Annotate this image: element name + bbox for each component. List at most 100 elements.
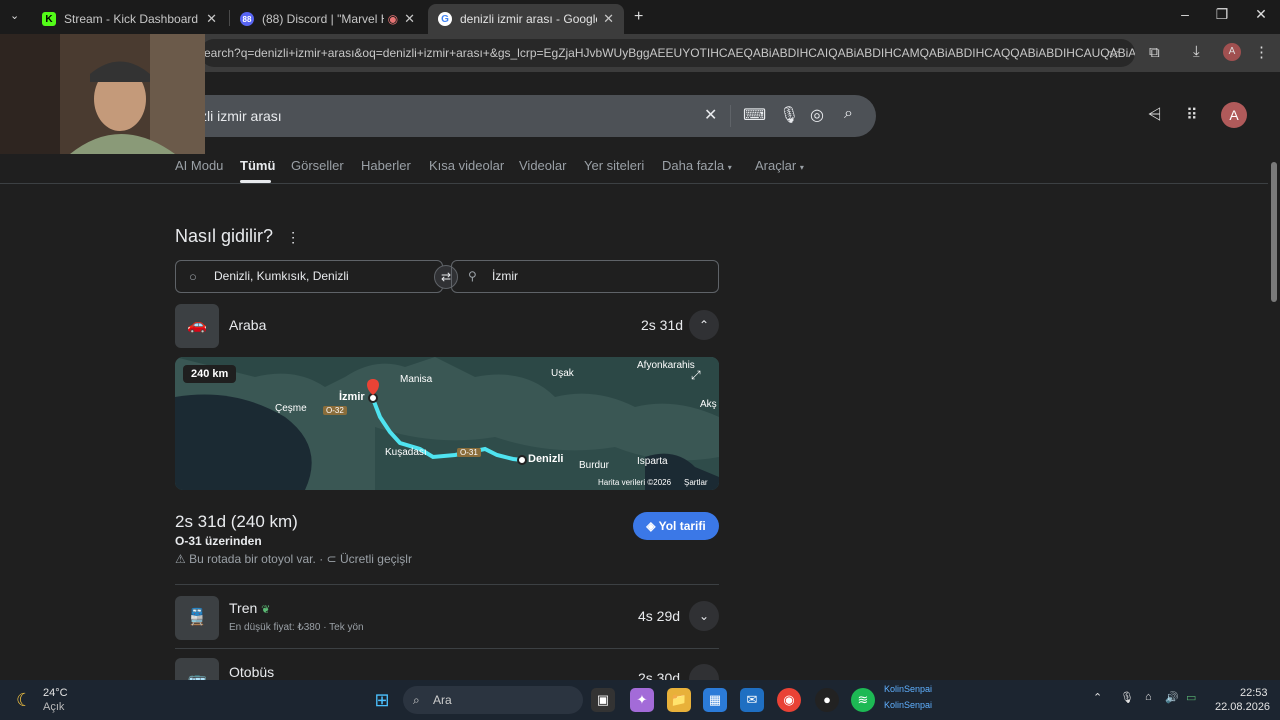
directions-button[interactable]: ◈ Yol tarifi <box>633 512 719 540</box>
new-tab-icon[interactable]: + <box>634 8 643 26</box>
file-explorer-icon[interactable]: 📁 <box>667 688 691 712</box>
tray-app-label[interactable]: KolinSenpai <box>884 684 932 694</box>
tab-google[interactable]: G denizli izmir arası - Google'da A ✕ <box>428 4 624 34</box>
page-scrollbar[interactable] <box>1268 72 1280 680</box>
outlook-icon[interactable]: ✉ <box>740 688 764 712</box>
recording-icon: ◉ <box>387 12 399 26</box>
bus-icon: 🚌 <box>175 658 219 680</box>
tab-kick[interactable]: K Stream - Kick Dashboard ✕ <box>32 4 227 34</box>
menu-dots-icon[interactable]: ⋮ <box>1254 43 1269 61</box>
microphone-icon[interactable]: 🎙 <box>779 105 799 125</box>
train-icon: 🚆 <box>175 596 219 640</box>
close-icon[interactable]: ✕ <box>206 11 217 27</box>
train-price-text: En düşük fiyat: ₺380 <box>229 622 321 633</box>
close-window-icon[interactable]: ✕ <box>1241 6 1280 23</box>
map-label-afyon: Afyonkarahis <box>637 360 695 371</box>
volume-icon[interactable]: 🔊 <box>1165 691 1179 704</box>
spotify-icon[interactable]: ≋ <box>851 688 875 712</box>
microphone-icon[interactable]: 🎙 <box>1120 691 1134 704</box>
weather-icon: ☾ <box>16 690 33 710</box>
toll-icon: ⊂ <box>326 552 337 566</box>
header-divider <box>0 183 1268 184</box>
url-field[interactable]: earch?q=denizli+izmir+arası&oq=denizli+i… <box>200 39 1135 67</box>
toll-text: Ücretli geçişlr <box>339 552 412 566</box>
extensions-icon[interactable]: ⧉ <box>1149 44 1160 61</box>
tab-more[interactable]: Daha fazla ▾ <box>662 158 732 173</box>
battery-icon[interactable]: ▭ <box>1186 691 1196 704</box>
tab-search-chevron-icon[interactable]: ⌄ <box>10 9 19 22</box>
bookmark-star-icon[interactable]: ☆ <box>1107 44 1120 62</box>
car-label: Araba <box>229 317 267 333</box>
tab-places[interactable]: Yer siteleri <box>584 158 644 173</box>
bus-label: Otobüs <box>229 664 275 680</box>
tab-tools[interactable]: Araçlar ▾ <box>755 158 804 173</box>
train-label-text: Tren <box>229 600 258 616</box>
lens-icon[interactable]: ◎ <box>810 105 824 125</box>
keyboard-icon[interactable]: ⌨ <box>743 105 766 125</box>
minimize-icon[interactable]: – <box>1165 6 1205 22</box>
distance-badge: 240 km <box>183 365 237 383</box>
apps-grid-icon[interactable]: ⠿ <box>1186 105 1198 125</box>
temperature[interactable]: 24°C <box>43 687 68 699</box>
taskbar-search[interactable]: ⌕ Ara <box>403 686 583 714</box>
close-icon[interactable]: ✕ <box>404 11 415 27</box>
google-icon: G <box>438 12 452 26</box>
tab-images[interactable]: Görseller <box>291 158 344 173</box>
chevron-up-icon[interactable]: ⌃ <box>1093 691 1102 704</box>
obs-icon[interactable]: ● <box>815 688 839 712</box>
clock-time[interactable]: 22:53 <box>1240 687 1268 699</box>
search-box[interactable]: zli izmir arası ✕ ⌨ 🎙 ◎ ⌕ <box>160 95 876 137</box>
warning-icon: ⚠ <box>175 552 186 566</box>
search-icon[interactable]: ⌕ <box>844 105 853 123</box>
highway-warning: Bu rotada bir otoyol var. <box>189 552 316 566</box>
directions-diamond-icon: ◈ <box>646 519 656 533</box>
maximize-icon[interactable]: ❐ <box>1202 6 1242 23</box>
tab-short-videos[interactable]: Kısa videolar <box>429 158 504 173</box>
taskbar: ☾ 24°C Açık ⊞ ⌕ Ara ▣ ✦ 📁 ▦ ✉ ◉ ● ≋ Koli… <box>0 680 1280 720</box>
map-label-o32: O-32 <box>323 406 347 415</box>
chrome-icon[interactable]: ◉ <box>777 688 801 712</box>
map-label-isparta: Isparta <box>637 456 668 467</box>
pin-icon: ⚲ <box>468 269 477 283</box>
copilot-icon[interactable]: ✦ <box>630 688 654 712</box>
windows-start-icon[interactable]: ⊞ <box>370 688 394 712</box>
account-avatar[interactable]: A <box>1221 102 1247 128</box>
search-input[interactable]: zli izmir arası <box>200 108 282 124</box>
search-icon: ⌕ <box>413 693 420 707</box>
scroll-thumb[interactable] <box>1271 162 1277 302</box>
share-icon[interactable]: ⩤ <box>1148 105 1162 125</box>
route-map[interactable]: 240 km Manisa Uşak Afyonkarahis Akş Çeşm… <box>175 357 719 490</box>
close-icon[interactable]: ✕ <box>603 11 614 27</box>
weather-text[interactable]: Açık <box>43 701 64 713</box>
tray-app-label[interactable]: KolinSenpai <box>884 700 932 710</box>
download-icon[interactable]: ⤓ <box>1193 43 1200 60</box>
webcam-overlay <box>0 34 205 154</box>
destination-field[interactable]: ⚲ İzmir <box>451 260 719 293</box>
network-icon[interactable]: ⌂ <box>1145 691 1152 703</box>
more-options-icon[interactable]: ⋮ <box>286 229 300 245</box>
map-label-aks: Akş <box>700 399 717 410</box>
tab-news[interactable]: Haberler <box>361 158 411 173</box>
tab-videos[interactable]: Videolar <box>519 158 566 173</box>
chevron-down-icon[interactable]: ⌄ <box>689 601 719 631</box>
route-summary: 2s 31d (240 km) <box>175 512 298 531</box>
map-label-kusadasi: Kuşadası <box>385 447 427 458</box>
map-terms-link[interactable]: Şartlar <box>684 478 708 487</box>
store-icon[interactable]: ▦ <box>703 688 727 712</box>
task-view-icon[interactable]: ▣ <box>591 688 615 712</box>
chevron-up-icon[interactable]: ⌃ <box>689 310 719 340</box>
directions-button-label: Yol tarifi <box>658 519 706 533</box>
tab-discord[interactable]: 88 (88) Discord | "Marvel Hakk ◉ ✕ <box>230 4 425 34</box>
separator-dot: · <box>319 552 327 566</box>
tab-ai-mode[interactable]: AI Modu <box>175 158 223 173</box>
expand-map-icon[interactable]: ⤢ <box>691 368 701 383</box>
tab-all[interactable]: Tümü <box>240 158 275 173</box>
profile-avatar[interactable]: A <box>1223 43 1241 61</box>
tab-more-label: Daha fazla <box>662 158 725 173</box>
clear-icon[interactable]: ✕ <box>704 105 717 125</box>
map-label-izmir: İzmir <box>339 391 365 403</box>
origin-field[interactable]: ○ Denizli, Kumkısık, Denizli <box>175 260 443 293</box>
discord-icon: 88 <box>240 12 254 26</box>
chevron-down-icon[interactable]: ⌄ <box>689 664 719 680</box>
clock-date[interactable]: 22.08.2026 <box>1215 701 1270 713</box>
